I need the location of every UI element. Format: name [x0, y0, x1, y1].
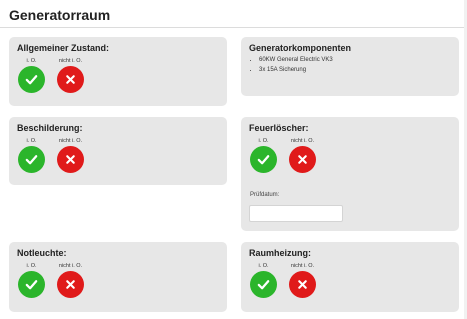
check-icon — [25, 155, 38, 165]
check-icon — [257, 280, 270, 290]
option-label-not-ok: nicht i. O. — [290, 138, 315, 144]
option-not-ok: nicht i. O. — [287, 137, 318, 173]
x-icon — [66, 280, 75, 289]
status-options: i. O. nicht i. O. — [16, 137, 86, 173]
card-title: Allgemeiner Zustand: — [17, 43, 110, 53]
status-options: i. O. nicht i. O. — [16, 57, 86, 93]
x-icon — [66, 75, 75, 84]
card-allgemeiner-zustand: Allgemeiner Zustand: i. O. nicht i. O. — [9, 37, 227, 106]
card-title: Generatorkomponenten — [249, 43, 352, 53]
option-ok: i. O. — [248, 262, 279, 298]
card-title: Notleuchte: — [17, 248, 67, 258]
list-item: 3x 15A Sicherung — [259, 65, 333, 75]
status-options: i. O. nicht i. O. — [16, 262, 86, 298]
not-ok-button[interactable] — [57, 146, 84, 173]
option-label-ok: i. O. — [26, 138, 37, 144]
option-label-not-ok: nicht i. O. — [58, 138, 83, 144]
not-ok-button[interactable] — [289, 271, 316, 298]
card-generatorkomponenten: Generatorkomponenten 60KW General Electr… — [241, 37, 459, 96]
option-label-not-ok: nicht i. O. — [58, 58, 83, 64]
x-icon — [298, 155, 307, 164]
x-icon — [66, 155, 75, 164]
check-icon — [25, 75, 38, 85]
ok-button[interactable] — [250, 146, 277, 173]
card-title: Beschilderung: — [17, 123, 83, 133]
card-notleuchte: Notleuchte: i. O. nicht i. O. — [9, 242, 227, 312]
title-divider — [0, 27, 467, 28]
option-label-not-ok: nicht i. O. — [290, 263, 315, 269]
option-label-not-ok: nicht i. O. — [58, 263, 83, 269]
option-ok: i. O. — [248, 137, 279, 173]
pruefdatum-label: Prüfdatum: — [250, 192, 280, 198]
option-not-ok: nicht i. O. — [55, 57, 86, 93]
option-label-ok: i. O. — [26, 58, 37, 64]
page-title: Generatorraum — [9, 7, 111, 23]
pruefdatum-input[interactable] — [249, 205, 343, 222]
ok-button[interactable] — [18, 146, 45, 173]
list-item: 60KW General Electric VK3 — [259, 55, 333, 65]
not-ok-button[interactable] — [57, 271, 84, 298]
status-options: i. O. nicht i. O. — [248, 262, 318, 298]
option-ok: i. O. — [16, 137, 47, 173]
card-raumheizung: Raumheizung: i. O. nicht i. O. — [241, 242, 459, 312]
card-title: Feuerlöscher: — [249, 123, 309, 133]
x-icon — [298, 280, 307, 289]
ok-button[interactable] — [18, 271, 45, 298]
check-icon — [25, 280, 38, 290]
option-label-ok: i. O. — [258, 263, 269, 269]
component-list: 60KW General Electric VK3 3x 15A Sicheru… — [250, 55, 333, 75]
not-ok-button[interactable] — [289, 146, 316, 173]
ok-button[interactable] — [250, 271, 277, 298]
option-not-ok: nicht i. O. — [55, 137, 86, 173]
option-not-ok: nicht i. O. — [287, 262, 318, 298]
card-feuerloescher: Feuerlöscher: i. O. nicht i. O. Prüfdatu… — [241, 117, 459, 231]
ok-button[interactable] — [18, 66, 45, 93]
option-label-ok: i. O. — [26, 263, 37, 269]
option-ok: i. O. — [16, 262, 47, 298]
card-title: Raumheizung: — [249, 248, 311, 258]
check-icon — [257, 155, 270, 165]
option-not-ok: nicht i. O. — [55, 262, 86, 298]
option-label-ok: i. O. — [258, 138, 269, 144]
option-ok: i. O. — [16, 57, 47, 93]
card-beschilderung: Beschilderung: i. O. nicht i. O. — [9, 117, 227, 185]
not-ok-button[interactable] — [57, 66, 84, 93]
page: Generatorraum Allgemeiner Zustand: i. O.… — [0, 0, 467, 319]
status-options: i. O. nicht i. O. — [248, 137, 318, 173]
